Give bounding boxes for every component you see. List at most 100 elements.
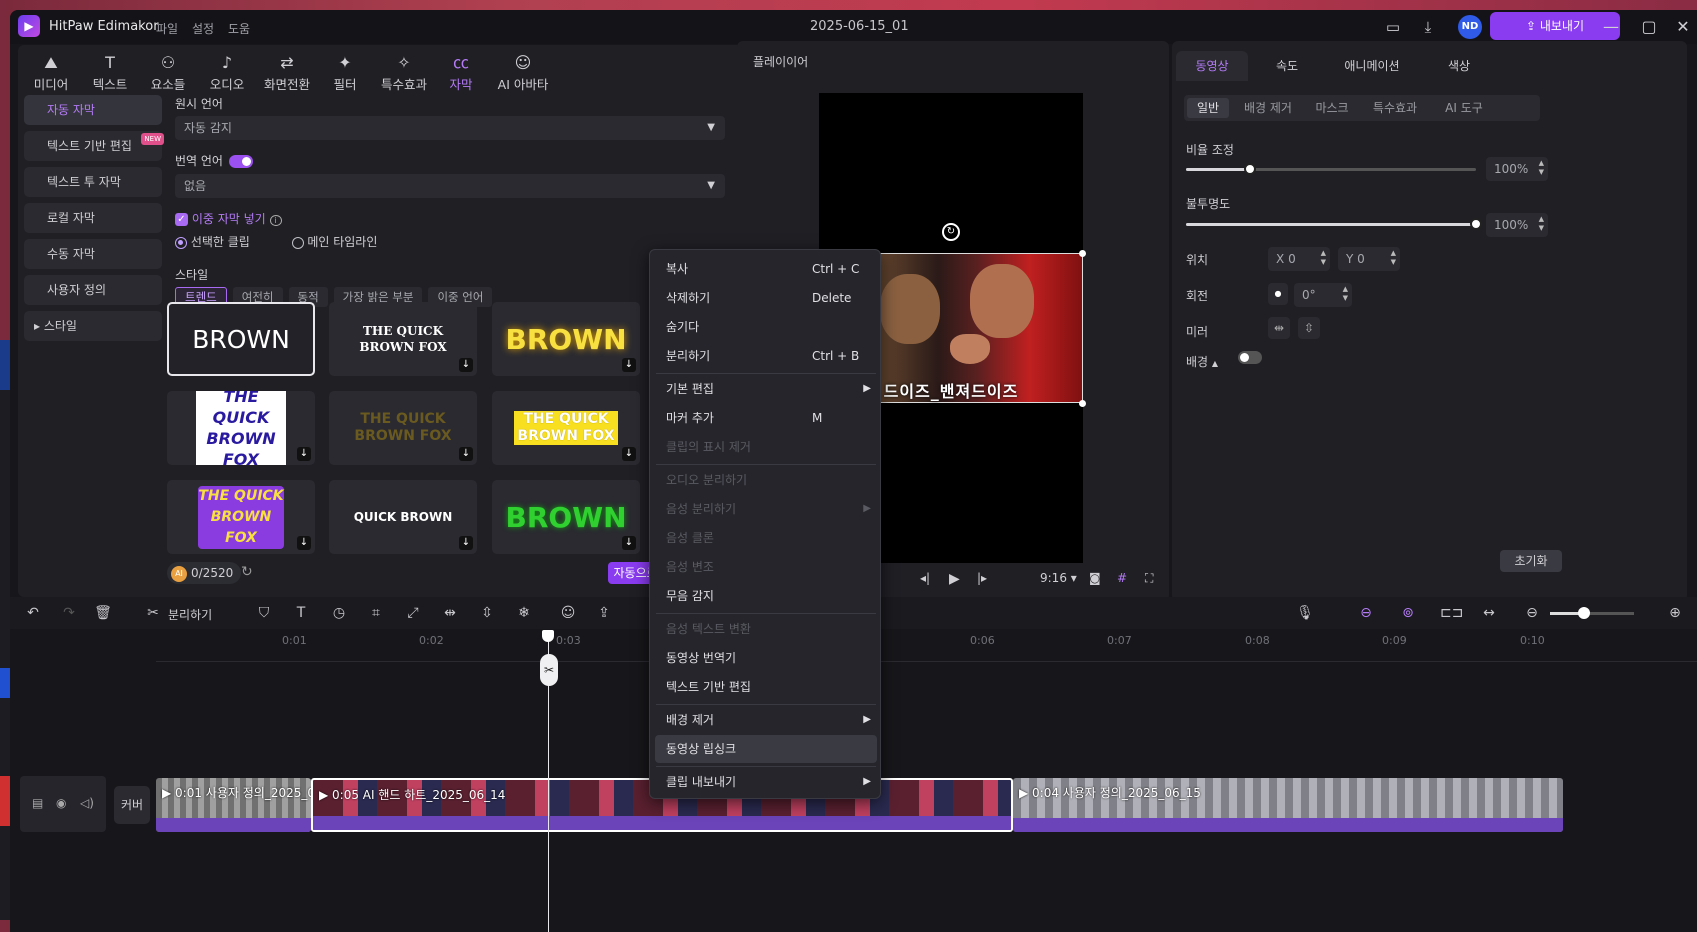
sidebar-item-local-subtitle[interactable]: 로컬 자막	[24, 203, 162, 233]
style-tile[interactable]: BROWN ↓	[492, 302, 640, 376]
next-frame-icon[interactable]: |▸	[977, 571, 987, 585]
flip-icon[interactable]: ⇳	[478, 604, 496, 622]
tab-elements[interactable]: ⚇ 요소들	[139, 53, 197, 93]
style-tile[interactable]: THE QUICK BROWN FOX ↓	[329, 302, 477, 376]
slider-knob[interactable]	[1470, 218, 1482, 230]
flip-vertical-icon[interactable]: ⇳	[1298, 317, 1320, 339]
radio-main-timeline[interactable]	[291, 236, 304, 249]
tab-filter[interactable]: ✦ 필터	[316, 53, 374, 93]
playhead-scissors-icon[interactable]: ✂	[540, 654, 558, 686]
track-audio-icon[interactable]: ◁)	[80, 796, 94, 810]
position-y-input[interactable]: Y 0 ▲ ▼	[1338, 247, 1400, 271]
spinner-icon[interactable]: ▲ ▼	[1343, 285, 1348, 303]
fullscreen-icon[interactable]: ⛶	[1145, 571, 1153, 586]
tab-transition[interactable]: ⇄ 화면전환	[258, 53, 316, 93]
download-icon[interactable]: ↓	[459, 358, 473, 372]
tab-audio[interactable]: ♪ 오디오	[198, 53, 256, 93]
cover-button[interactable]: 커버	[114, 786, 150, 824]
tab-ai-avatar[interactable]: ☺ AI 아바타	[488, 53, 558, 93]
tab-color[interactable]: 색상	[1424, 51, 1494, 81]
rotation-dial-icon[interactable]: ●	[1268, 283, 1288, 305]
play-icon[interactable]: ▶	[949, 571, 960, 587]
sidebar-item-custom[interactable]: 사용자 정의	[24, 275, 162, 305]
tab-speed[interactable]: 속도	[1252, 51, 1322, 81]
style-tile[interactable]: THE QUICK BROWN FOX ↓	[167, 480, 315, 554]
menu-item-video-translator[interactable]: 동영상 번역기	[655, 644, 877, 672]
subtab-effects[interactable]: 특수효과	[1360, 98, 1430, 118]
mirror-icon[interactable]: ⇹	[441, 604, 459, 622]
spinner-icon[interactable]: ▲ ▼	[1391, 249, 1396, 267]
style-tile[interactable]: QUICK BROWN ↓	[329, 480, 477, 554]
menu-settings[interactable]: 설정	[192, 20, 214, 37]
menu-item-bg-remove[interactable]: 배경 제거 ▶	[655, 706, 877, 734]
download-icon[interactable]: ↓	[297, 536, 311, 550]
menu-help[interactable]: 도움	[228, 20, 250, 37]
download-icon[interactable]: ↓	[622, 447, 636, 461]
fit-icon[interactable]: ↔	[1480, 604, 1498, 622]
tab-subtitle[interactable]: ㏄ 자막	[432, 53, 490, 93]
subtab-ai-tools[interactable]: AI 도구	[1432, 98, 1496, 118]
undo-icon[interactable]: ↶	[24, 604, 42, 622]
aspect-ratio-select[interactable]: 9:16 ▾	[1040, 571, 1077, 585]
timeline-ruler[interactable]: 0:01 0:02 0:03 0:06 0:07 0:08 0:09 0:10	[156, 632, 1697, 662]
redo-icon[interactable]: ↷	[60, 604, 78, 622]
download-icon[interactable]: ↓	[459, 447, 473, 461]
slider-knob[interactable]	[1244, 163, 1256, 175]
style-tile[interactable]: THE QUICK BROWN FOX ↓	[329, 391, 477, 465]
background-toggle[interactable]	[1238, 351, 1262, 364]
bilingual-checkbox[interactable]: ✓	[175, 213, 188, 226]
resize-icon[interactable]: ⤢	[404, 604, 422, 622]
text-tool-icon[interactable]: T	[292, 604, 310, 622]
rotation-input[interactable]: 0° ▲ ▼	[1294, 283, 1352, 307]
menu-item-basic-edit[interactable]: 기본 편집 ▶	[655, 375, 877, 403]
sidebar-item-auto-subtitle[interactable]: 자동 자막	[24, 95, 162, 125]
tab-effects[interactable]: ✧ 특수효과	[375, 53, 433, 93]
maximize-icon[interactable]: ▢	[1637, 16, 1661, 38]
info-icon[interactable]: i	[269, 215, 282, 226]
subtab-bg-remove[interactable]: 배경 제거	[1232, 98, 1304, 118]
prev-frame-icon[interactable]: ◂|	[920, 571, 930, 585]
snapshot-icon[interactable]: ◙	[1089, 571, 1101, 585]
timeline-clip[interactable]: ▶ 0:01 사용자 정의_2025_0	[156, 778, 311, 832]
marker-icon[interactable]: ⛉	[255, 604, 273, 622]
opacity-slider[interactable]	[1186, 218, 1482, 230]
microphone-icon[interactable]: 🎙	[1296, 604, 1314, 622]
track-lock-icon[interactable]: ▤	[32, 796, 43, 810]
download-icon[interactable]: ↓	[622, 536, 636, 550]
menu-item-silence-detect[interactable]: 무음 감지	[655, 582, 877, 610]
tab-animation[interactable]: 애니메이션	[1322, 51, 1422, 81]
timeline-clip[interactable]: ▶ 0:04 사용자 정의_2025_06_15	[1013, 778, 1563, 832]
sidebar-item-style[interactable]: ▸ 스타일	[24, 311, 162, 341]
user-avatar[interactable]: ND	[1458, 15, 1482, 39]
playhead-handle[interactable]	[542, 630, 554, 642]
subtab-general[interactable]: 일반	[1187, 98, 1229, 118]
menu-file[interactable]: 파일	[156, 20, 178, 37]
source-language-select[interactable]: 자동 감지 ▼	[175, 116, 725, 140]
tab-text[interactable]: T 텍스트	[81, 53, 139, 93]
reset-button[interactable]: 초기화	[1500, 550, 1562, 572]
style-tile[interactable]: THE QUICK BROWN FOX ↓	[167, 391, 315, 465]
download-icon[interactable]: ⤓	[1418, 17, 1438, 37]
resize-handle[interactable]	[1079, 250, 1086, 257]
split-label[interactable]: 분리하기	[168, 606, 212, 623]
sidebar-item-manual-subtitle[interactable]: 수동 자막	[24, 239, 162, 269]
export-clip-icon[interactable]: ⇪	[595, 604, 613, 622]
speed-icon[interactable]: ◷	[330, 604, 348, 622]
spinner-icon[interactable]: ▲ ▼	[1539, 215, 1544, 233]
scale-input[interactable]: 100% ▲ ▼	[1486, 157, 1548, 181]
menu-item-split[interactable]: 분리하기 Ctrl + B	[655, 342, 877, 370]
translate-toggle[interactable]	[228, 155, 253, 168]
tab-video[interactable]: 동영상	[1176, 51, 1248, 81]
download-icon[interactable]: ↓	[622, 358, 636, 372]
radio-selected-clip[interactable]	[175, 236, 187, 249]
menu-item-lipsync[interactable]: 동영상 립싱크	[655, 735, 877, 763]
zoom-knob[interactable]	[1578, 607, 1590, 619]
zoom-in-icon[interactable]: ⊕	[1666, 604, 1684, 622]
minimize-icon[interactable]: —	[1599, 16, 1623, 38]
subtab-mask[interactable]: 마스크	[1306, 98, 1358, 118]
resize-handle[interactable]	[1079, 400, 1086, 407]
menu-item-copy[interactable]: 복사 Ctrl + C	[655, 255, 877, 283]
menu-item-hide[interactable]: 숨기다	[655, 313, 877, 341]
menu-item-add-marker[interactable]: 마커 추가 M	[655, 404, 877, 432]
position-x-input[interactable]: X 0 ▲ ▼	[1268, 247, 1330, 271]
